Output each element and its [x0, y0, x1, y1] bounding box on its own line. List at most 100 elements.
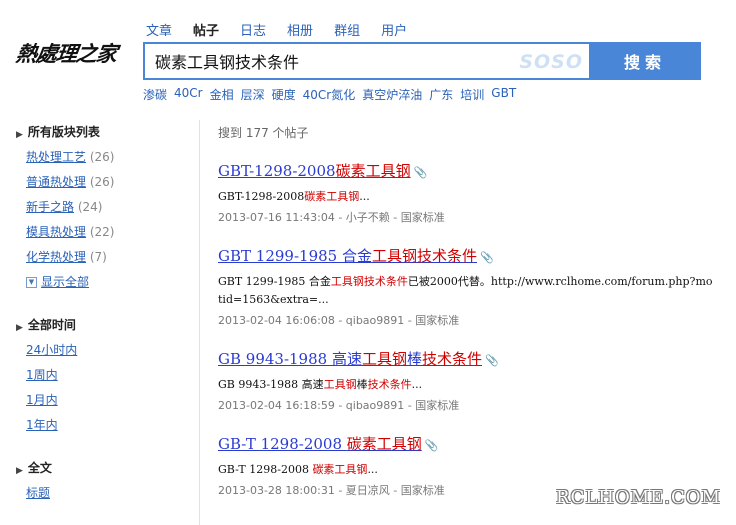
hot-keyword-link[interactable]: 真空炉淬油 [362, 86, 422, 103]
time-filter-item[interactable]: 1周内 [16, 367, 196, 392]
title-text: GBT-1298-2008 [218, 162, 336, 180]
title-text: GBT 1299-1985 合金 [218, 247, 372, 265]
time-filter: ▶ 全部时间 24小时内 1周内 1月内 1年内 [16, 317, 196, 442]
tab-articles[interactable]: 文章 [146, 20, 172, 39]
time-link[interactable]: 24小时内 [26, 343, 77, 357]
hot-keyword-link[interactable]: 40Cr [174, 86, 203, 103]
result-meta: 2013-02-04 16:06:08 - qibao9891 - 国家标准 [218, 314, 460, 327]
title-text: GB-T 1298-2008 [218, 435, 347, 453]
expand-icon: ▼ [26, 277, 37, 288]
board-link[interactable]: 热处理工艺 [26, 150, 86, 164]
hot-keyword-link[interactable]: 40Cr氮化 [303, 86, 356, 103]
attachment-icon: 📎 [479, 251, 494, 264]
hot-keyword-link[interactable]: 渗碳 [143, 86, 167, 103]
result-count: 搜到 177 个帖子 [218, 126, 309, 140]
time-filter-item[interactable]: 1年内 [16, 417, 196, 442]
search-box: SOSO [143, 42, 589, 80]
snippet-text: tid=1563&extra=... [218, 293, 329, 306]
keyword-highlight: 碳素工具钢 [312, 463, 368, 476]
board-count: (26) [86, 175, 115, 189]
snippet-text: 棒 [356, 378, 368, 391]
tab-blogs[interactable]: 日志 [240, 20, 266, 39]
board-filter-item[interactable]: 普通热处理 (26) [16, 174, 196, 199]
snippet-text: GBT 1299-1985 合金 [218, 275, 331, 288]
board-count: (22) [86, 225, 115, 239]
hot-keywords: 渗碳 40Cr 金相 层深 硬度 40Cr氮化 真空炉淬油 广东 培训 GBT [143, 86, 523, 103]
attachment-icon: 📎 [485, 354, 499, 367]
board-filter-item[interactable]: 模具热处理 (22) [16, 224, 196, 249]
result-meta: 2013-07-16 11:43:04 - 小子不赖 - 国家标准 [218, 211, 445, 224]
result-item: GBT-1298-2008碳素工具钢 📎 GBT-1298-2008碳素工具钢...… [218, 160, 736, 225]
result-snippet: GB 9943-1988 高速工具钢棒技术条件... [218, 376, 736, 394]
tab-albums[interactable]: 相册 [287, 20, 313, 39]
show-all-link[interactable]: 显示全部 [41, 274, 89, 290]
scope-filter-heading: ▶ 全文 [16, 460, 196, 485]
show-all-boards[interactable]: ▼ 显示全部 [16, 274, 196, 299]
board-link[interactable]: 模具热处理 [26, 225, 86, 239]
board-filter-item[interactable]: 热处理工艺 (26) [16, 149, 196, 174]
column-divider [199, 120, 200, 525]
board-filter-item[interactable]: 化学热处理 (7) [16, 249, 196, 274]
hot-keyword-link[interactable]: 硬度 [272, 86, 296, 103]
board-count: (26) [86, 150, 115, 164]
scope-link[interactable]: 标题 [26, 486, 50, 500]
scope-filter-title: 全文 [27, 461, 52, 475]
keyword-highlight: 工具钢技术条件 [371, 247, 477, 265]
tab-users[interactable]: 用户 [381, 20, 407, 39]
attachment-icon: 📎 [413, 166, 428, 179]
result-title-link[interactable]: GBT 1299-1985 合金工具钢技术条件 [218, 247, 477, 265]
board-link[interactable]: 化学热处理 [26, 250, 86, 264]
board-link[interactable]: 新手之路 [26, 200, 74, 214]
search-input[interactable] [145, 51, 505, 71]
scope-filter-item[interactable]: 标题 [16, 485, 196, 510]
board-filter-item[interactable]: 新手之路 (24) [16, 199, 196, 224]
scope-filter: ▶ 全文 标题 [16, 460, 196, 510]
site-logo[interactable]: 熱處理之家 [14, 38, 119, 72]
result-title-link[interactable]: GB-T 1298-2008 碳素工具钢 [218, 435, 422, 453]
result-item: GBT 1299-1985 合金工具钢技术条件 📎 GBT 1299-1985 合金… [218, 245, 736, 328]
result-title-link[interactable]: GBT-1298-2008碳素工具钢 [218, 162, 411, 180]
result-snippet: GB-T 1298-2008 碳素工具钢... [218, 461, 736, 479]
result-snippet: GBT-1298-2008碳素工具钢... [218, 188, 736, 206]
soso-brand-logo: SOSO [519, 51, 583, 73]
search-button[interactable]: 搜索 [589, 42, 701, 80]
hot-keyword-link[interactable]: GBT [491, 86, 516, 103]
result-title-row: GBT-1298-2008碳素工具钢 📎 [218, 160, 736, 181]
time-link[interactable]: 1年内 [26, 418, 58, 432]
site-watermark: RCLHOME.COM [556, 487, 721, 508]
board-count: (24) [74, 200, 103, 214]
attachment-icon: 📎 [424, 439, 439, 452]
snippet-text: GB 9943-1988 高速 [218, 378, 324, 391]
time-filter-item[interactable]: 24小时内 [16, 342, 196, 367]
tab-groups[interactable]: 群组 [334, 20, 360, 39]
snippet-text: ... [359, 190, 370, 203]
caret-right-icon: ▶ [16, 323, 23, 333]
title-text: GB 9943-1988 高速 [218, 350, 362, 368]
board-link[interactable]: 普通热处理 [26, 175, 86, 189]
caret-right-icon: ▶ [16, 466, 23, 476]
result-title-row: GB 9943-1988 高速工具钢棒技术条件 📎 [218, 348, 736, 369]
title-text: 棒 [406, 350, 422, 368]
result-meta: 2013-02-04 16:18:59 - qibao9891 - 国家标准 [218, 399, 460, 412]
tab-posts[interactable]: 帖子 [193, 20, 219, 39]
snippet-text: GBT-1298-2008 [218, 190, 305, 203]
hot-keyword-link[interactable]: 广东 [429, 86, 453, 103]
keyword-highlight: 工具钢 [323, 378, 357, 391]
keyword-highlight: 技术条件 [367, 378, 412, 391]
keyword-highlight: 技术条件 [422, 350, 483, 368]
time-link[interactable]: 1周内 [26, 368, 58, 382]
result-title-row: GBT 1299-1985 合金工具钢技术条件 📎 [218, 245, 736, 266]
time-filter-item[interactable]: 1月内 [16, 392, 196, 417]
hot-keyword-link[interactable]: 培训 [460, 86, 484, 103]
search-results: 搜到 177 个帖子 GBT-1298-2008碳素工具钢 📎 GBT-1298-2… [218, 124, 736, 518]
keyword-highlight: 碳素工具钢 [346, 435, 422, 453]
time-link[interactable]: 1月内 [26, 393, 58, 407]
result-title-link[interactable]: GB 9943-1988 高速工具钢棒技术条件 [218, 350, 482, 368]
hot-keyword-link[interactable]: 金相 [210, 86, 234, 103]
time-filter-title: 全部时间 [27, 318, 76, 332]
board-count: (7) [86, 250, 107, 264]
board-filter-title: 所有版块列表 [27, 125, 100, 139]
hot-keyword-link[interactable]: 层深 [241, 86, 265, 103]
board-filter: ▶ 所有版块列表 热处理工艺 (26) 普通热处理 (26) 新手之路 (24) 模具… [16, 124, 196, 299]
filter-sidebar: ▶ 所有版块列表 热处理工艺 (26) 普通热处理 (26) 新手之路 (24) 模具… [16, 124, 196, 525]
